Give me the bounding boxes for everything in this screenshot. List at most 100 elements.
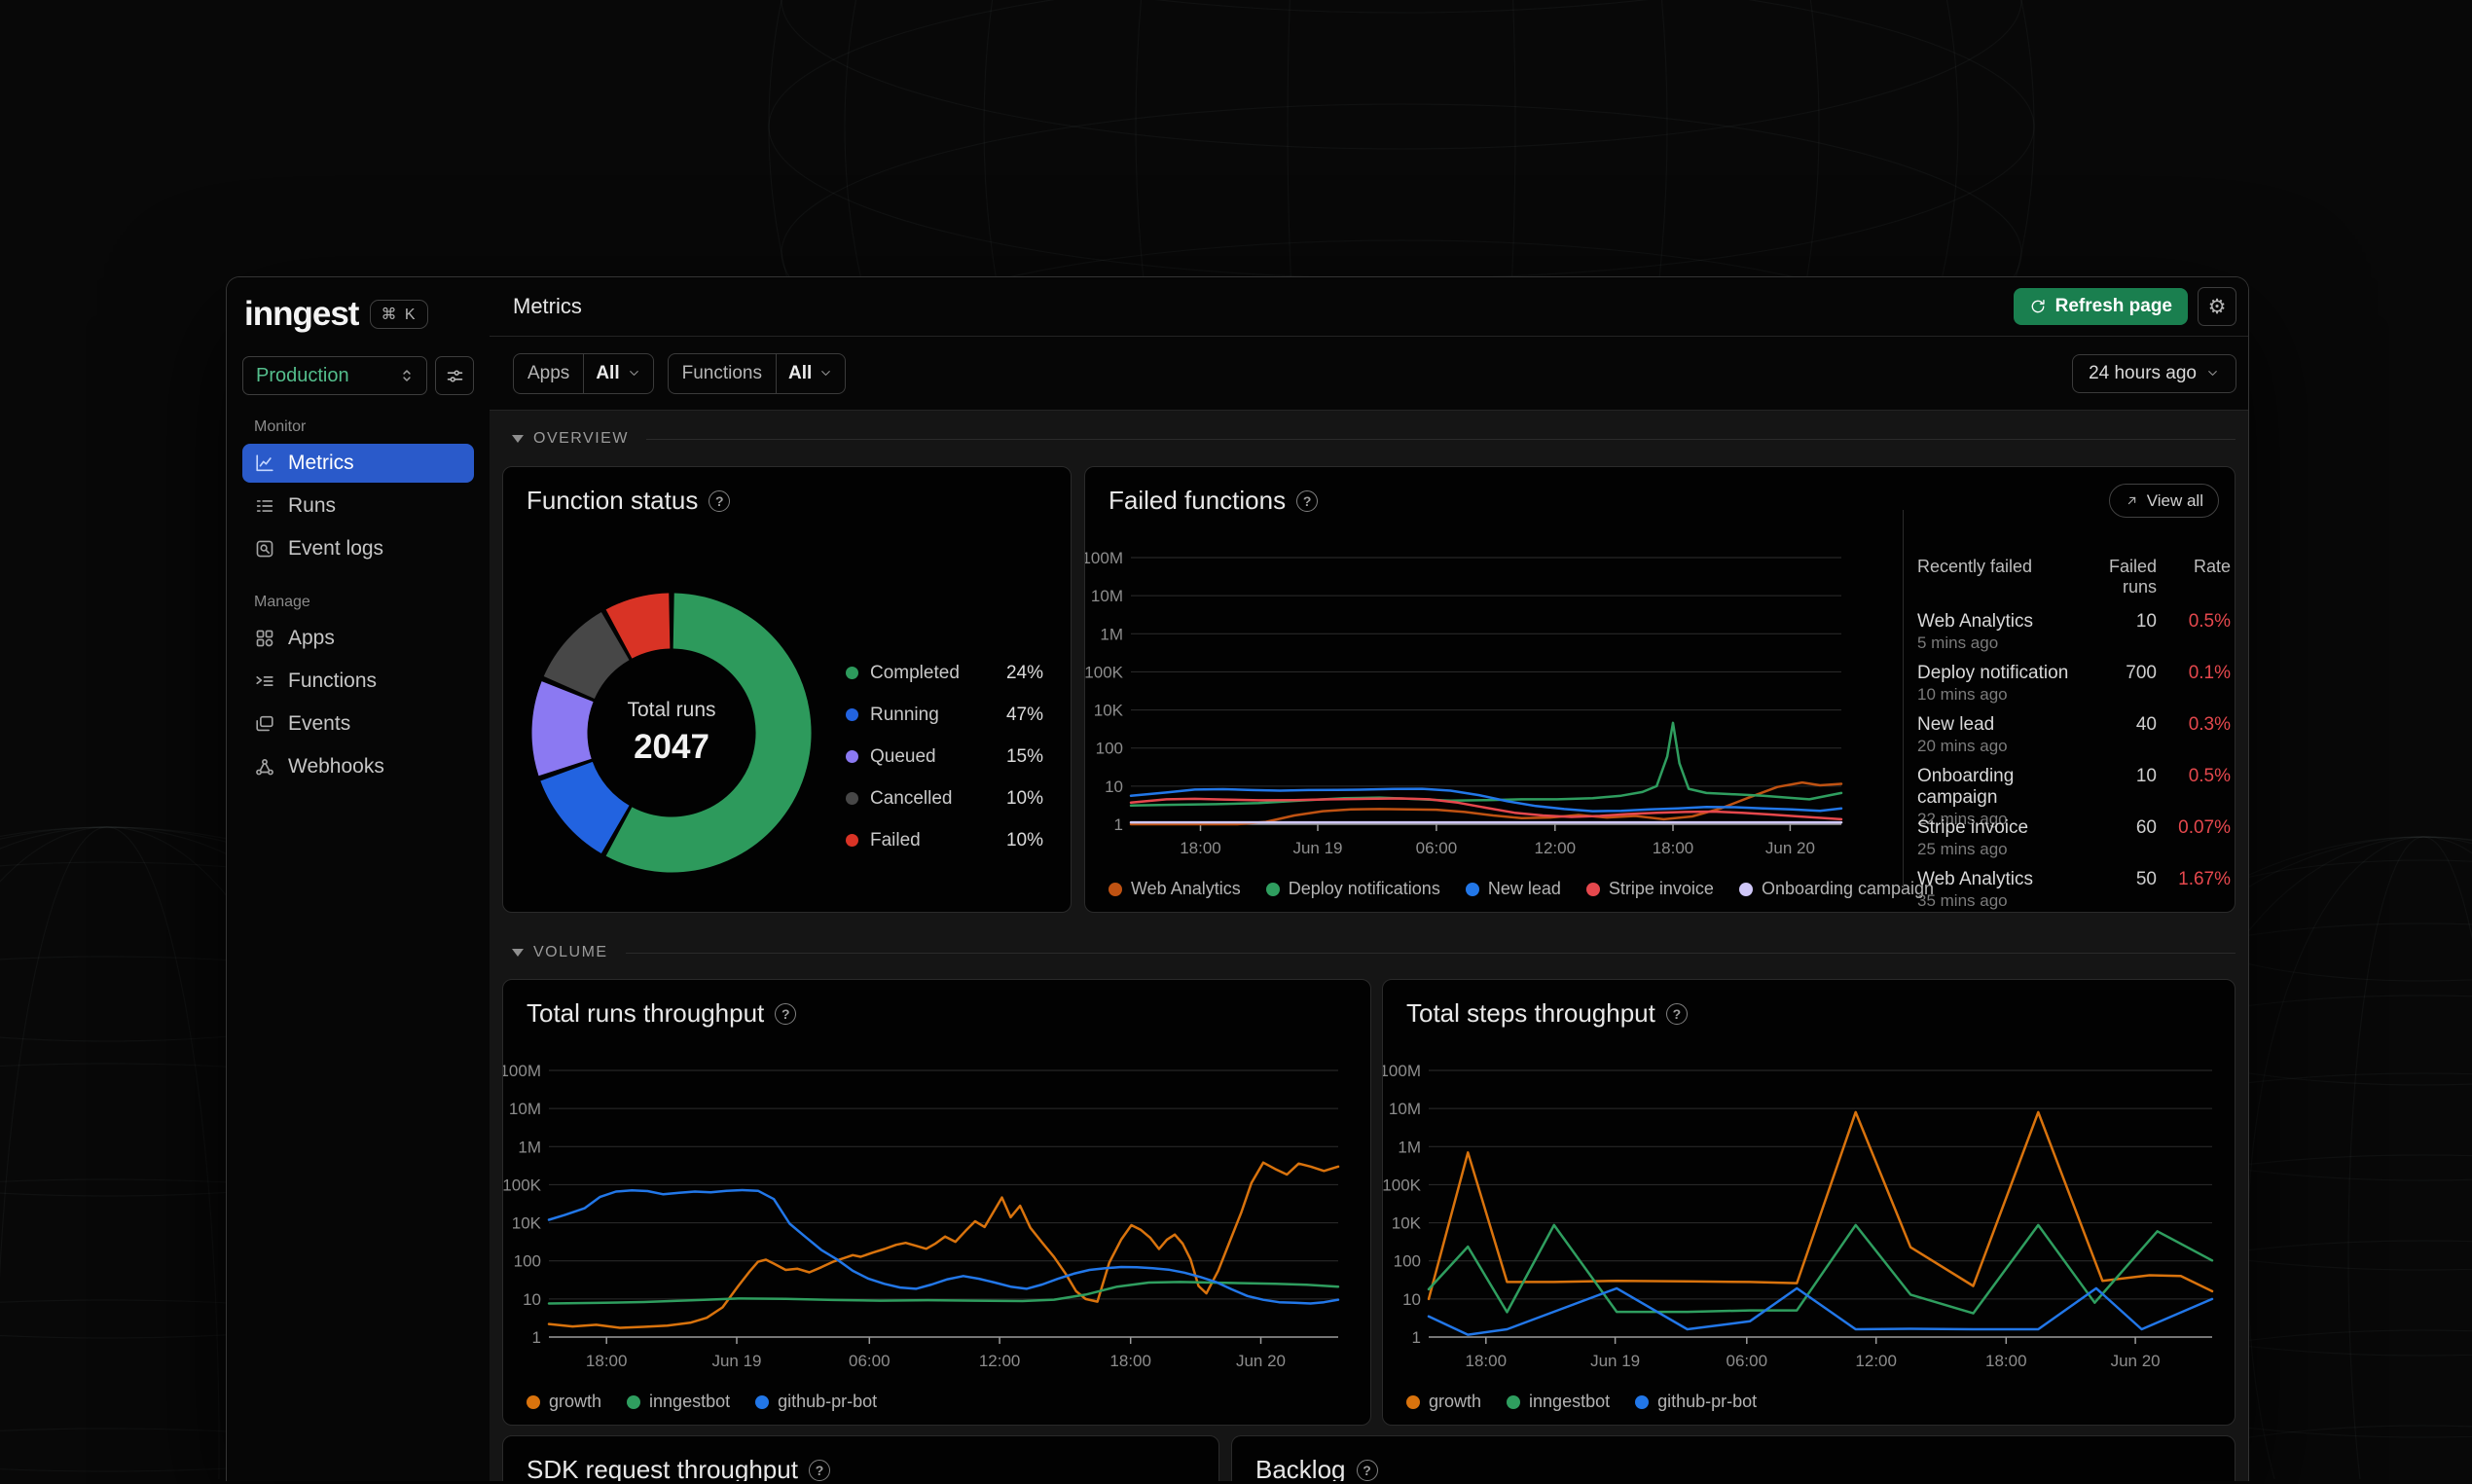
failed-functions-chart-legend: Web AnalyticsDeploy notificationsNew lea…: [1109, 879, 1934, 899]
sidebar-item-webhooks[interactable]: Webhooks: [242, 747, 474, 786]
filter-bar: Apps All Functions All 24 hours ago: [490, 337, 2248, 411]
svg-text:12:00: 12:00: [1855, 1352, 1897, 1370]
svg-text:Jun 19: Jun 19: [1590, 1352, 1640, 1370]
sdk-request-throughput-card: SDK request throughput: [502, 1435, 1219, 1481]
backlog-title: Backlog: [1255, 1455, 1346, 1481]
sidebar-item-apps[interactable]: Apps: [242, 619, 474, 658]
environment-filter-button[interactable]: [435, 356, 474, 395]
svg-text:10M: 10M: [1091, 587, 1123, 605]
total-steps-chart: 100M10M1M100K10K10010118:00Jun 1906:0012…: [1383, 1061, 2236, 1382]
sidebar-item-functions[interactable]: Functions: [242, 662, 474, 701]
help-icon[interactable]: [775, 1003, 796, 1025]
caret-down-icon: [512, 949, 524, 957]
legend-item: Stripe invoice: [1586, 879, 1714, 899]
sidebar-item-events[interactable]: Events: [242, 705, 474, 743]
overview-section-header[interactable]: OVERVIEW: [502, 430, 2236, 448]
svg-text:10K: 10K: [512, 1214, 542, 1233]
topbar: Metrics Refresh page ⚙: [490, 277, 2248, 337]
sidebar-item-metrics[interactable]: Metrics: [242, 444, 474, 483]
svg-text:10: 10: [1105, 778, 1123, 796]
failed-function-row[interactable]: Web Analytics5 mins ago100.5%: [1917, 611, 2231, 663]
total-steps-title: Total steps throughput: [1406, 998, 1655, 1029]
legend-dot-icon: [527, 1395, 540, 1409]
svg-text:06:00: 06:00: [849, 1352, 891, 1370]
sidebar-item-runs[interactable]: Runs: [242, 487, 474, 525]
svg-text:100: 100: [514, 1252, 541, 1271]
status-legend-row: Completed24%: [846, 652, 1043, 694]
environment-select[interactable]: Production: [242, 356, 427, 395]
legend-item: growth: [1406, 1392, 1481, 1412]
help-icon[interactable]: [709, 490, 730, 512]
failed-function-row[interactable]: New lead20 mins ago400.3%: [1917, 714, 2231, 766]
svg-text:Jun 20: Jun 20: [1765, 839, 1815, 857]
doc-search-icon: [254, 538, 275, 560]
volume-section-header[interactable]: VOLUME: [502, 944, 2236, 961]
status-dot-icon: [846, 792, 858, 805]
grid-apps-icon: [254, 628, 275, 649]
apps-filter[interactable]: Apps All: [513, 353, 654, 394]
functions-filter-label: Functions: [669, 354, 777, 393]
total-runs-title: Total runs throughput: [527, 998, 764, 1029]
view-all-button[interactable]: View all: [2109, 484, 2219, 518]
list-runs-icon: [254, 495, 275, 517]
settings-button[interactable]: ⚙: [2198, 287, 2236, 326]
svg-text:100M: 100M: [1383, 1062, 1421, 1080]
apps-filter-label: Apps: [514, 354, 584, 393]
svg-text:10M: 10M: [1389, 1100, 1421, 1118]
help-icon[interactable]: [809, 1460, 830, 1481]
page-title: Metrics: [513, 294, 2014, 319]
legend-dot-icon: [755, 1395, 769, 1409]
sdk-request-title: SDK request throughput: [527, 1455, 798, 1481]
status-dot-icon: [846, 708, 858, 721]
legend-item: Deploy notifications: [1266, 879, 1440, 899]
svg-text:18:00: 18:00: [1653, 839, 1694, 857]
svg-text:100M: 100M: [503, 1062, 541, 1080]
refresh-page-button[interactable]: Refresh page: [2014, 288, 2188, 325]
webhooks-icon: [254, 756, 275, 778]
legend-dot-icon: [1635, 1395, 1649, 1409]
svg-text:1: 1: [532, 1328, 541, 1347]
inngest-logo: inngest: [244, 297, 358, 331]
failed-functions-chart: 100M10M1M100K10K10010118:00Jun 1906:0012…: [1085, 548, 1864, 869]
svg-text:100M: 100M: [1085, 549, 1123, 567]
help-icon[interactable]: [1666, 1003, 1688, 1025]
legend-dot-icon: [1109, 883, 1122, 896]
status-dot-icon: [846, 750, 858, 763]
help-icon[interactable]: [1296, 490, 1318, 512]
status-dot-icon: [846, 667, 858, 679]
apps-filter-value: All: [596, 363, 619, 384]
status-legend-row: Failed10%: [846, 819, 1043, 861]
divider: [1903, 510, 1904, 887]
total-runs-chart: 100M10M1M100K10K10010118:00Jun 1906:0012…: [503, 1061, 1372, 1382]
command-k-shortcut-badge[interactable]: ⌘ K: [370, 300, 427, 329]
svg-text:100: 100: [1394, 1252, 1421, 1271]
failed-functions-card: Failed functions View all 100M10M1M100K1…: [1084, 466, 2236, 913]
legend-item: github-pr-bot: [755, 1392, 877, 1412]
status-legend-row: Queued15%: [846, 736, 1043, 778]
status-dot-icon: [846, 834, 858, 847]
total-runs-chart-legend: growthinngestbotgithub-pr-bot: [527, 1392, 877, 1412]
sidebar-nav: MonitorMetricsRunsEvent logsManageAppsFu…: [242, 418, 474, 790]
sliders-icon: [445, 366, 465, 386]
chevron-down-icon: [2205, 366, 2220, 380]
recently-failed-table: Recently failed Failed runs Rate Web Ana…: [1917, 557, 2231, 921]
legend-item: New lead: [1466, 879, 1561, 899]
functions-filter[interactable]: Functions All: [668, 353, 847, 394]
function-status-legend: Completed24%Running47%Queued15%Cancelled…: [846, 652, 1043, 861]
svg-text:100K: 100K: [1383, 1176, 1422, 1194]
time-range-select[interactable]: 24 hours ago: [2072, 354, 2236, 393]
svg-text:12:00: 12:00: [979, 1352, 1021, 1370]
svg-text:1: 1: [1114, 815, 1123, 834]
failed-function-row[interactable]: Deploy notification10 mins ago7000.1%: [1917, 663, 2231, 714]
sidebar-item-event-logs[interactable]: Event logs: [242, 529, 474, 568]
chevron-down-icon: [818, 366, 833, 380]
failed-function-row[interactable]: Web Analytics35 mins ago501.67%: [1917, 869, 2231, 921]
legend-dot-icon: [1586, 883, 1600, 896]
failed-function-row[interactable]: Stripe invoice25 mins ago600.07%: [1917, 817, 2231, 869]
failed-function-row[interactable]: Onboarding campaign22 mins ago100.5%: [1917, 766, 2231, 817]
help-icon[interactable]: [1357, 1460, 1378, 1481]
svg-text:1M: 1M: [1100, 625, 1123, 643]
gear-icon: ⚙: [2208, 297, 2227, 317]
function-status-donut-chart: [530, 592, 813, 874]
main-area: Metrics Refresh page ⚙ Apps All Function…: [490, 277, 2248, 1481]
